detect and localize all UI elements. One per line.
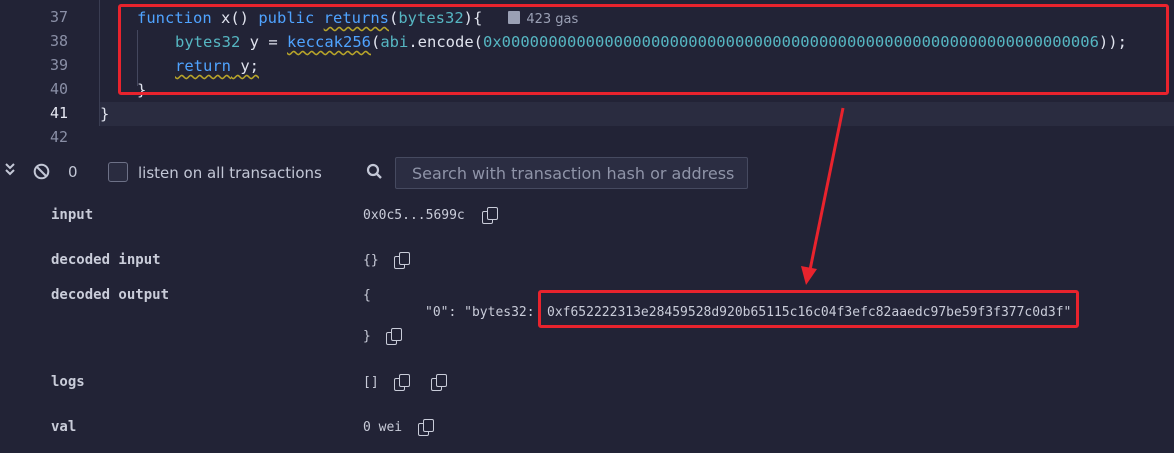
- annotation-arrow: [801, 107, 845, 285]
